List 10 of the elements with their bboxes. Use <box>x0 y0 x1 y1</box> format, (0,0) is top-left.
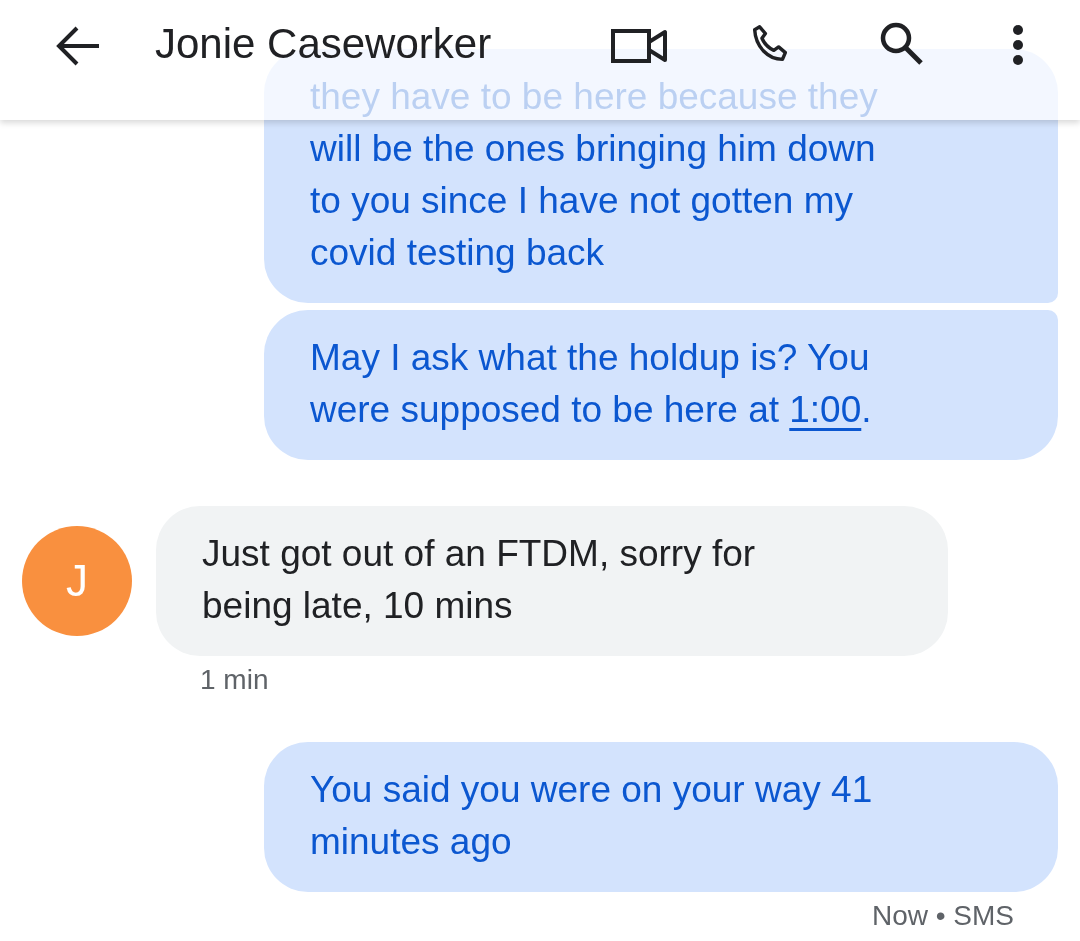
message-time: 1 min <box>200 664 269 696</box>
message-status: Now • SMS <box>871 900 1014 932</box>
search-icon[interactable] <box>878 20 924 66</box>
time-link[interactable]: 1:00 <box>789 389 862 430</box>
message-bubble: Just got out of an FTDM, sorry for being late, 10 mins <box>156 506 948 656</box>
message-bubble: You said you were on your way 41 minutes ago <box>264 742 1058 892</box>
more-icon[interactable] <box>1012 24 1024 66</box>
message-bubble: May I ask what the holdup is? You were supposed to be here at 1:00. <box>264 310 1058 460</box>
video-call-icon[interactable] <box>611 28 669 64</box>
back-icon[interactable] <box>55 26 101 66</box>
